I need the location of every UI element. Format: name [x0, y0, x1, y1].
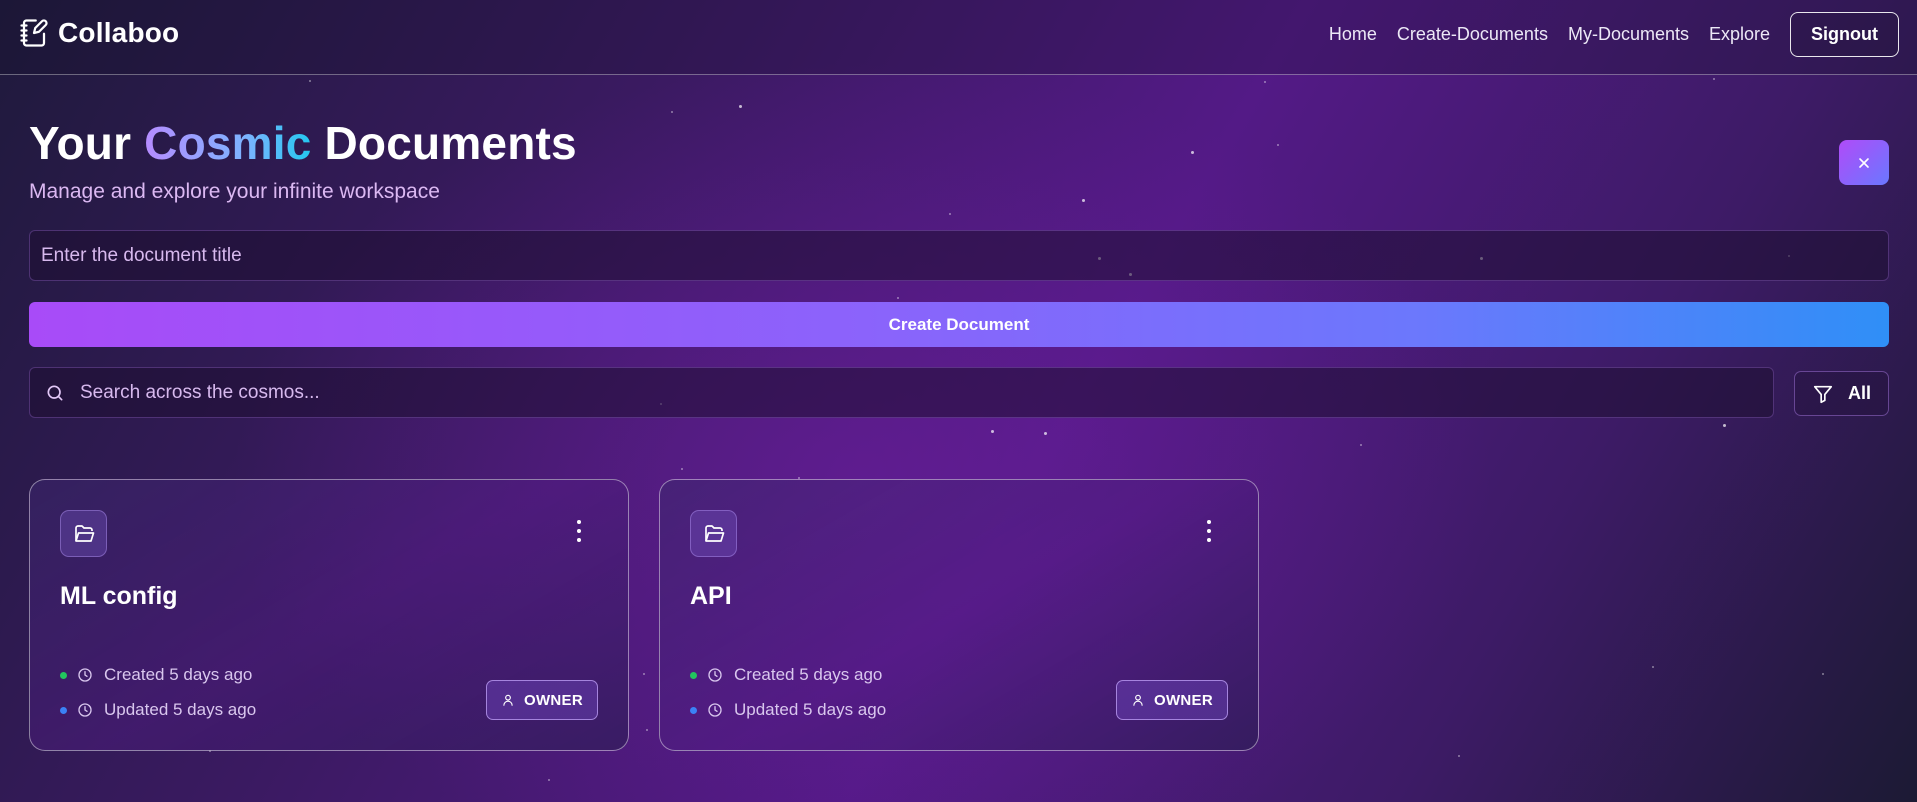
- document-title-input[interactable]: [29, 230, 1889, 281]
- clock-icon: [708, 703, 722, 717]
- updated-meta: Updated 5 days ago: [690, 700, 886, 720]
- page-title: Your Cosmic Documents: [29, 116, 577, 170]
- created-status-dot: [690, 671, 697, 679]
- app-name: Collaboo: [58, 17, 180, 48]
- owner-badge: OWNER: [1116, 680, 1228, 720]
- updated-text: Updated 5 days ago: [104, 700, 257, 719]
- more-options-icon[interactable]: [1205, 520, 1213, 542]
- filter-button[interactable]: All: [1794, 371, 1889, 416]
- brand-logo-link[interactable]: Collaboo: [19, 17, 179, 49]
- signout-button[interactable]: Signout: [1790, 12, 1899, 57]
- close-icon: [1859, 157, 1869, 168]
- document-title: API: [690, 582, 732, 610]
- owner-label: OWNER: [524, 691, 583, 709]
- close-button[interactable]: [1839, 140, 1889, 185]
- clock-icon: [78, 668, 92, 682]
- created-meta: Created 5 days ago: [60, 665, 252, 685]
- updated-status-dot: [60, 706, 67, 714]
- filter-label: All: [1847, 383, 1871, 403]
- title-part-1: Your: [29, 117, 132, 169]
- nav-link-my-documents[interactable]: My-Documents: [1568, 24, 1689, 45]
- title-part-2: Documents: [324, 117, 577, 169]
- page-subtitle: Manage and explore your infinite workspa…: [29, 180, 440, 203]
- create-document-button[interactable]: Create Document: [29, 302, 1889, 347]
- filter-icon: [1813, 385, 1833, 403]
- title-accent: Cosmic: [144, 117, 312, 169]
- updated-status-dot: [690, 706, 697, 714]
- main-nav: Home Create-Documents My-Documents Explo…: [1329, 12, 1899, 57]
- user-icon: [503, 694, 513, 706]
- created-text: Created 5 days ago: [104, 665, 253, 684]
- folder-open-icon: [690, 510, 737, 557]
- owner-label: OWNER: [1154, 691, 1213, 709]
- document-card[interactable]: API Created 5 days ago Updated 5 days ag…: [659, 479, 1259, 751]
- clock-icon: [708, 668, 722, 682]
- created-meta: Created 5 days ago: [690, 665, 882, 685]
- more-options-icon[interactable]: [575, 520, 583, 542]
- document-card[interactable]: ML config Created 5 days ago Updated 5 d…: [29, 479, 629, 751]
- nav-link-explore[interactable]: Explore: [1709, 24, 1770, 45]
- owner-badge: OWNER: [486, 680, 598, 720]
- created-status-dot: [60, 671, 67, 679]
- updated-text: Updated 5 days ago: [734, 700, 887, 719]
- nav-link-create-documents[interactable]: Create-Documents: [1397, 24, 1548, 45]
- notebook-pen-icon: [20, 19, 48, 47]
- document-title: ML config: [60, 582, 178, 610]
- created-text: Created 5 days ago: [734, 665, 883, 684]
- search-input[interactable]: [65, 368, 1773, 417]
- search-icon: [47, 385, 63, 400]
- nav-link-home[interactable]: Home: [1329, 24, 1377, 45]
- search-box: [29, 367, 1774, 418]
- clock-icon: [78, 703, 92, 717]
- user-icon: [1133, 694, 1143, 706]
- updated-meta: Updated 5 days ago: [60, 700, 256, 720]
- folder-open-icon: [60, 510, 107, 557]
- top-navbar: Collaboo Home Create-Documents My-Docume…: [0, 0, 1917, 75]
